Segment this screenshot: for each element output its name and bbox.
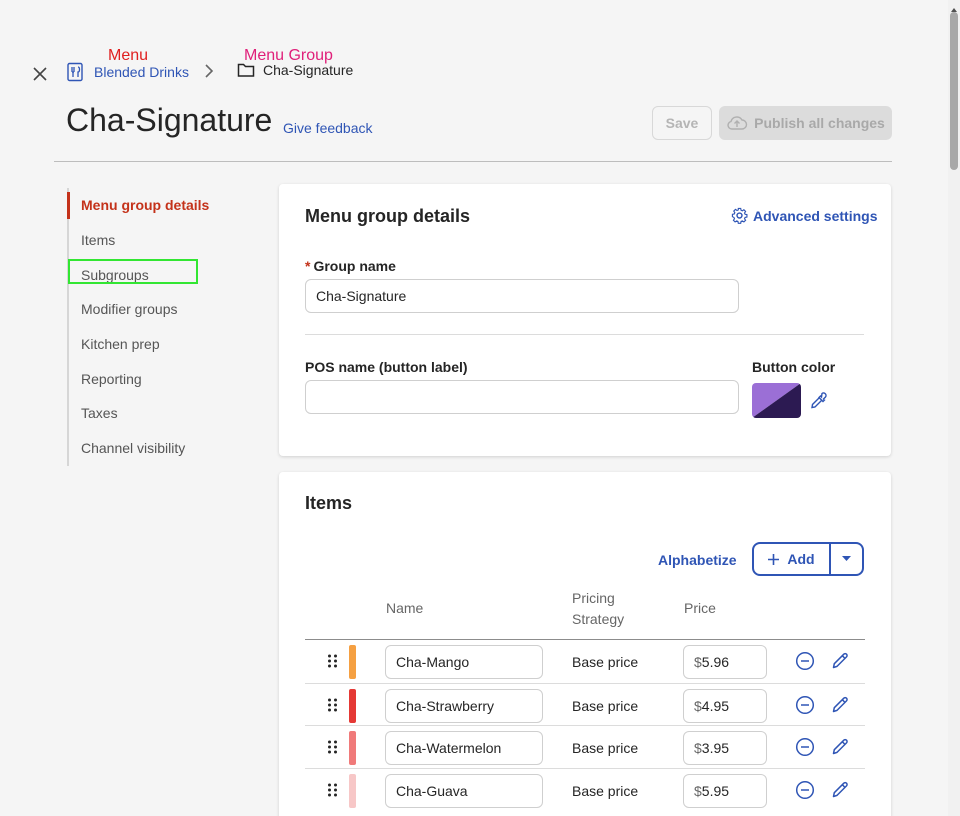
button-color-swatch[interactable]	[752, 383, 801, 418]
item-pricing-strategy: Base price	[572, 740, 639, 757]
scrollbar-thumb[interactable]	[950, 12, 958, 170]
cloud-upload-icon	[727, 116, 748, 130]
item-name-input[interactable]: Cha-Mango	[385, 645, 543, 679]
caret-down-icon	[842, 556, 851, 561]
table-row: Cha-Mango Base price $5.96	[305, 640, 865, 683]
currency-symbol: $	[694, 740, 702, 757]
item-name-input[interactable]: Cha-Watermelon	[385, 731, 543, 766]
item-price-input[interactable]: $3.95	[683, 731, 767, 766]
items-card-title: Items	[305, 493, 353, 513]
folder-icon	[237, 63, 255, 77]
drag-handle-icon[interactable]	[328, 698, 337, 717]
publish-label: Publish all changes	[754, 115, 885, 131]
item-price-input[interactable]: $5.95	[683, 774, 767, 809]
save-button[interactable]: Save	[652, 106, 712, 140]
item-pricing-strategy: Base price	[572, 654, 639, 670]
breadcrumb-menu-group: Cha-Signature	[237, 62, 353, 78]
menu-book-icon	[67, 62, 83, 82]
group-name-label: * Group name	[305, 258, 396, 274]
column-header-pricing-strategy: Pricing Strategy	[572, 590, 625, 627]
scroll-up-arrow-icon[interactable]	[950, 1, 958, 12]
remove-circle-icon[interactable]	[795, 695, 815, 720]
item-pricing-strategy: Base price	[572, 783, 639, 800]
currency-symbol: $	[694, 783, 702, 800]
item-name-input[interactable]: Cha-Guava	[385, 774, 543, 809]
table-row: Cha-Strawberry Base price $4.95	[305, 682, 865, 726]
nav-item-modifier-groups[interactable]: Modifier groups	[69, 292, 247, 327]
item-color-bar	[349, 688, 356, 723]
item-price-value: 5.95	[701, 783, 730, 800]
breadcrumb-menu-label: Blended Drinks	[94, 64, 189, 80]
add-item-button[interactable]: Add	[754, 544, 831, 574]
nav-item-reporting[interactable]: Reporting	[69, 361, 247, 396]
drag-handle-icon[interactable]	[328, 740, 337, 759]
currency-symbol: $	[694, 654, 702, 670]
item-price-value: 3.95	[701, 740, 730, 757]
gear-icon	[731, 207, 748, 224]
item-price-value: 5.96	[701, 654, 730, 670]
header-divider	[54, 161, 892, 162]
currency-symbol: $	[694, 697, 702, 714]
edit-pencil-icon[interactable]	[830, 780, 850, 805]
column-header-name: Name	[386, 600, 424, 616]
give-feedback-link[interactable]: Give feedback	[283, 120, 373, 136]
item-name-input[interactable]: Cha-Strawberry	[385, 688, 543, 723]
nav-item-kitchen-prep[interactable]: Kitchen prep	[69, 327, 247, 362]
item-price-input[interactable]: $4.95	[683, 688, 767, 723]
edit-pencil-icon[interactable]	[830, 737, 850, 762]
close-icon	[33, 67, 47, 81]
plus-icon	[768, 553, 780, 565]
item-price-value: 4.95	[701, 697, 730, 714]
page-title: Cha-Signature	[66, 102, 273, 138]
pos-name-label: POS name (button label)	[305, 359, 468, 375]
drag-handle-icon[interactable]	[328, 783, 337, 802]
remove-circle-icon[interactable]	[795, 780, 815, 805]
add-button-group: Add	[752, 542, 864, 576]
publish-all-changes-button[interactable]: Publish all changes	[719, 106, 892, 140]
items-card: Items Alphabetize Add Name Pricing Strat…	[279, 472, 891, 816]
item-pricing-strategy: Base price	[572, 697, 639, 714]
details-card-title: Menu group details	[305, 206, 471, 226]
item-color-bar	[349, 774, 356, 809]
close-button[interactable]	[28, 62, 52, 86]
required-mark: *	[305, 258, 311, 274]
button-color-label: Button color	[752, 359, 836, 375]
advanced-settings-label: Advanced settings	[753, 207, 878, 224]
column-header-price: Price	[684, 600, 716, 616]
remove-circle-icon[interactable]	[795, 651, 815, 676]
add-dropdown-button[interactable]	[831, 544, 862, 574]
add-label: Add	[787, 551, 815, 567]
breadcrumb-chevron-icon	[204, 64, 214, 83]
menu-group-details-card: Menu group details Advanced settings * Gr…	[279, 184, 891, 456]
drag-handle-icon[interactable]	[328, 654, 337, 673]
edit-pencil-icon[interactable]	[830, 695, 850, 720]
section-nav: Menu group details Items Subgroups Modif…	[67, 188, 247, 466]
advanced-settings-link[interactable]: Advanced settings	[731, 207, 877, 224]
table-row: Cha-Guava Base price $5.95	[305, 768, 865, 811]
nav-item-channel-visibility[interactable]: Channel visibility	[69, 431, 247, 466]
table-row: Cha-Watermelon Base price $3.95	[305, 725, 865, 768]
nav-item-menu-group-details[interactable]: Menu group details	[67, 188, 247, 223]
item-color-bar	[349, 731, 356, 766]
alphabetize-button[interactable]: Alphabetize	[658, 552, 737, 568]
item-color-bar	[349, 645, 356, 679]
remove-circle-icon[interactable]	[795, 737, 815, 762]
breadcrumb-group-label: Cha-Signature	[263, 62, 354, 78]
group-name-label-text: Group name	[313, 258, 396, 274]
details-divider	[305, 334, 864, 335]
subgroups-highlight-box	[68, 259, 198, 284]
item-price-input[interactable]: $5.96	[683, 645, 767, 679]
nav-item-items[interactable]: Items	[69, 223, 247, 258]
pos-name-input[interactable]	[305, 380, 739, 414]
group-name-input[interactable]: Cha-Signature	[305, 279, 739, 313]
nav-item-taxes[interactable]: Taxes	[69, 396, 247, 431]
breadcrumb-menu[interactable]: Blended Drinks	[66, 62, 189, 82]
edit-pencil-icon[interactable]	[830, 651, 850, 676]
eyedropper-icon[interactable]	[809, 391, 829, 416]
